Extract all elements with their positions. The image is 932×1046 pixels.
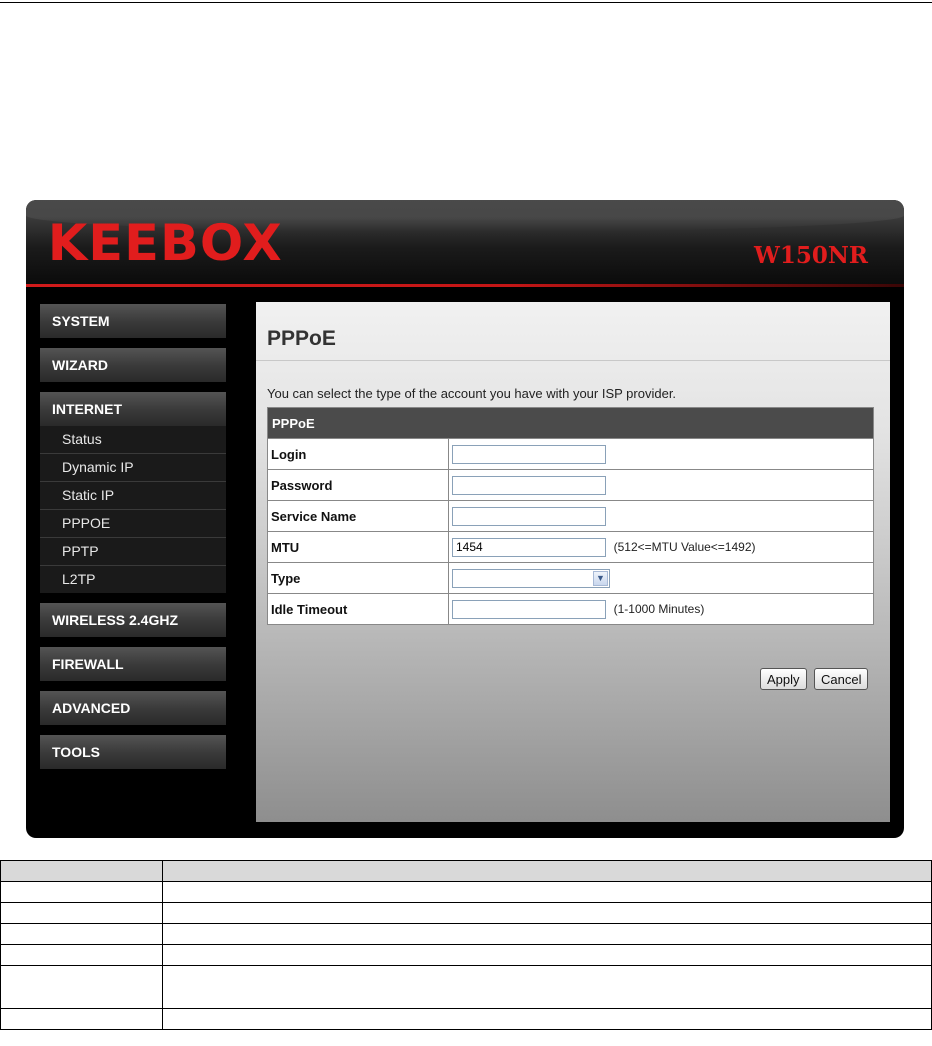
- idle-timeout-cell: (1-1000 Minutes): [448, 593, 874, 625]
- sidebar-internet-submenu: Status Dynamic IP Static IP PPPOE PPTP L…: [40, 426, 226, 593]
- param-header-cell: [162, 860, 932, 882]
- sidebar-subitem-pptp[interactable]: PPTP: [40, 538, 226, 566]
- form-row-mtu: MTU (512<=MTU Value<=1492): [267, 531, 874, 563]
- idle-timeout-label: Idle Timeout: [267, 593, 449, 625]
- param-cell: [162, 902, 932, 924]
- page-title: PPPoE: [267, 327, 336, 350]
- table-row: [0, 1008, 932, 1030]
- form-row-idle-timeout: Idle Timeout (1-1000 Minutes): [267, 593, 874, 625]
- password-cell: [448, 469, 874, 501]
- sidebar-subitem-status[interactable]: Status: [40, 426, 226, 454]
- form-header-row: PPPoE: [267, 407, 874, 439]
- sidebar-item-wireless[interactable]: WIRELESS 2.4GHZ: [40, 603, 226, 637]
- mtu-label: MTU: [267, 531, 449, 563]
- model-name: W150NR: [754, 242, 868, 269]
- keebox-logo: KEEBOX: [47, 214, 283, 272]
- form-row-type: Type ▼: [267, 562, 874, 594]
- form-row-password: Password: [267, 469, 874, 501]
- sidebar-item-advanced[interactable]: ADVANCED: [40, 691, 226, 725]
- mtu-cell: (512<=MTU Value<=1492): [448, 531, 874, 563]
- router-ui-window: KEEBOX W150NR SYSTEM WIZARD INTERNET Sta…: [26, 200, 904, 838]
- type-cell: ▼: [448, 562, 874, 594]
- mtu-hint: (512<=MTU Value<=1492): [613, 540, 756, 554]
- sidebar-subitem-dynamic-ip[interactable]: Dynamic IP: [40, 454, 226, 482]
- param-cell: [0, 944, 163, 966]
- sidebar-nav: SYSTEM WIZARD INTERNET Status Dynamic IP…: [40, 304, 226, 779]
- page-description: You can select the type of the account y…: [267, 386, 677, 401]
- param-header-cell: [0, 860, 163, 882]
- sidebar-item-wizard[interactable]: WIZARD: [40, 348, 226, 382]
- sidebar-item-tools[interactable]: TOOLS: [40, 735, 226, 769]
- service-name-label: Service Name: [267, 500, 449, 532]
- table-row: [0, 944, 932, 966]
- cancel-button[interactable]: Cancel: [814, 668, 869, 690]
- apply-button[interactable]: Apply: [760, 668, 807, 690]
- password-label: Password: [267, 469, 449, 501]
- chevron-down-icon[interactable]: ▼: [593, 570, 608, 586]
- header-banner: KEEBOX W150NR: [26, 200, 904, 287]
- sidebar-item-system[interactable]: SYSTEM: [40, 304, 226, 338]
- param-table-header-row: [0, 860, 932, 882]
- idle-timeout-input[interactable]: [452, 599, 606, 619]
- sidebar-subitem-static-ip[interactable]: Static IP: [40, 482, 226, 510]
- param-cell: [162, 881, 932, 903]
- form-header: PPPoE: [267, 407, 874, 439]
- type-label: Type: [267, 562, 449, 594]
- table-row: [0, 902, 932, 924]
- param-cell: [0, 965, 163, 1009]
- login-input[interactable]: [452, 444, 606, 464]
- sidebar-subitem-pppoe[interactable]: PPPOE: [40, 510, 226, 538]
- param-cell: [162, 965, 932, 1009]
- param-cell: [0, 1008, 163, 1030]
- login-label: Login: [267, 438, 449, 470]
- service-name-input[interactable]: [452, 506, 606, 526]
- password-input[interactable]: [452, 475, 606, 495]
- table-row: [0, 923, 932, 945]
- parameter-table: [0, 860, 932, 1030]
- param-cell: [162, 944, 932, 966]
- top-rule: [0, 2, 932, 3]
- mtu-input[interactable]: [452, 537, 606, 557]
- header-red-divider: [26, 284, 904, 287]
- param-cell: [162, 1008, 932, 1030]
- table-row: [0, 965, 932, 1009]
- param-cell: [0, 923, 163, 945]
- sidebar-item-internet[interactable]: INTERNET: [40, 392, 226, 426]
- sidebar-subitem-l2tp[interactable]: L2TP: [40, 566, 226, 593]
- table-row: [0, 881, 932, 903]
- form-row-service-name: Service Name: [267, 500, 874, 532]
- param-cell: [0, 881, 163, 903]
- idle-timeout-hint: (1-1000 Minutes): [613, 602, 705, 616]
- pppoe-form-table: PPPoE Login Password Service Name MTU 14…: [267, 407, 874, 625]
- service-name-cell: [448, 500, 874, 532]
- param-cell: [0, 902, 163, 924]
- sidebar-item-firewall[interactable]: FIREWALL: [40, 647, 226, 681]
- type-select[interactable]: ▼: [452, 568, 610, 588]
- title-divider: [256, 360, 890, 361]
- form-row-login: Login: [267, 438, 874, 470]
- content-panel: PPPoE You can select the type of the acc…: [256, 302, 890, 822]
- login-cell: [448, 438, 874, 470]
- param-cell: [162, 923, 932, 945]
